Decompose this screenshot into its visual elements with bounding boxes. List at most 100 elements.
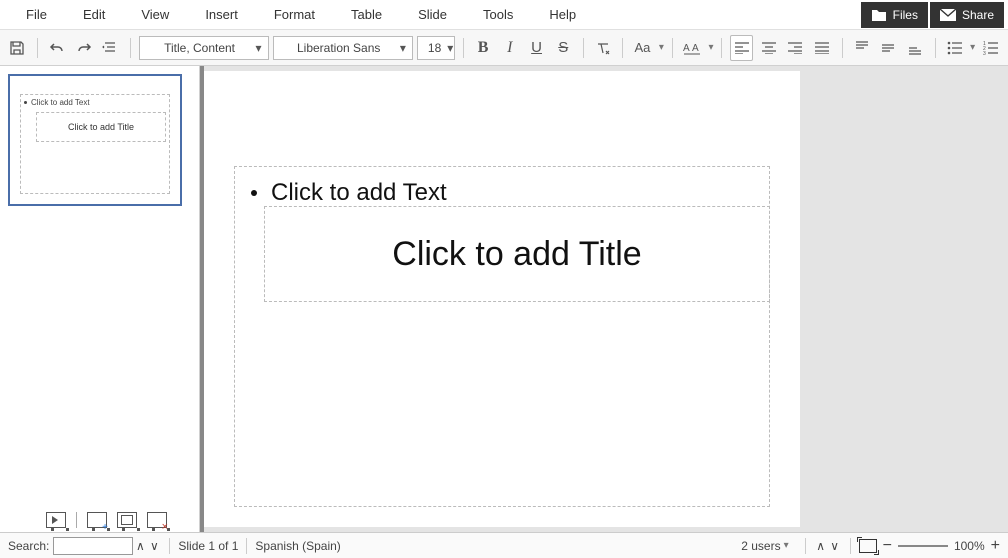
clear-format-button[interactable] <box>592 35 615 61</box>
undo-button[interactable] <box>46 35 69 61</box>
chevron-down-icon: ▾ <box>249 41 261 55</box>
find-next-button[interactable]: ∨ <box>147 539 161 553</box>
toolbar: Title, Content ▾ Liberation Sans ▾ 18 ▾ … <box>0 30 1008 66</box>
zoom-slider[interactable] <box>898 545 948 547</box>
chevron-down-icon: ▾ <box>394 41 406 55</box>
zoom-in-button[interactable]: + <box>991 537 1000 555</box>
valign-middle-icon <box>881 41 895 55</box>
chevron-down-icon: ▾ <box>441 41 453 55</box>
workspace: Click to add Text Click to add Title Cli… <box>0 66 1008 532</box>
menu-table[interactable]: Table <box>333 7 400 22</box>
content-placeholder-text: Click to add Text <box>271 179 447 207</box>
zoom-controls: − 100% + <box>859 537 1000 555</box>
slide-panel-viewbar <box>46 512 167 528</box>
statusbar: Search: ∧ ∨ Slide 1 of 1 Spanish (Spain)… <box>0 532 1008 558</box>
thumb-title-outline: Click to add Title <box>36 112 166 142</box>
slide-layout-value: Title, Content <box>150 41 250 55</box>
delete-slide-button[interactable] <box>147 512 167 528</box>
font-name-combo[interactable]: Liberation Sans ▾ <box>273 36 413 60</box>
font-name-value: Liberation Sans <box>284 41 394 55</box>
share-button[interactable]: Share <box>930 2 1004 28</box>
menubar: File Edit View Insert Format Table Slide… <box>0 0 1008 30</box>
files-button[interactable]: Files <box>861 2 928 28</box>
chevron-down-icon: ▾ <box>658 42 664 53</box>
case-button[interactable]: Aa <box>631 35 654 61</box>
menu-tools[interactable]: Tools <box>465 7 531 22</box>
align-justify-button[interactable] <box>811 35 834 61</box>
thumb-content-text: Click to add Text <box>24 98 90 107</box>
svg-text:A: A <box>692 43 699 54</box>
undo-icon <box>49 40 65 56</box>
zoom-out-button[interactable]: − <box>883 537 892 555</box>
align-center-icon <box>762 42 776 54</box>
chevron-down-icon: ▾ <box>970 42 975 53</box>
files-label: Files <box>893 8 918 22</box>
outline-icon <box>102 40 118 56</box>
redo-icon <box>76 40 92 56</box>
strike-icon: S <box>558 39 568 56</box>
user-count[interactable]: 2 users <box>741 539 780 553</box>
bullet-list-button[interactable] <box>943 35 966 61</box>
char-spacing-button[interactable]: AA <box>681 35 704 61</box>
menu-edit[interactable]: Edit <box>65 7 123 22</box>
valign-top-icon <box>855 41 869 55</box>
vertical-scrollbar[interactable] <box>994 66 1008 532</box>
case-icon: Aa <box>635 40 651 55</box>
align-center-button[interactable] <box>757 35 780 61</box>
slide-panel: Click to add Text Click to add Title <box>0 66 200 532</box>
italic-icon: I <box>507 39 512 57</box>
italic-button[interactable]: I <box>498 35 521 61</box>
menu-view[interactable]: View <box>123 7 187 22</box>
current-slide[interactable]: Click to add Text Click to add Title <box>204 71 800 527</box>
number-list-button[interactable]: 123 <box>979 35 1002 61</box>
align-right-icon <box>788 42 802 54</box>
bullet-icon <box>251 190 257 196</box>
new-slide-button[interactable] <box>87 512 107 528</box>
share-label: Share <box>962 8 994 22</box>
save-icon <box>9 40 25 56</box>
menu-slide[interactable]: Slide <box>400 7 465 22</box>
valign-middle-button[interactable] <box>877 35 900 61</box>
search-label: Search: <box>8 539 49 553</box>
strike-button[interactable]: S <box>552 35 575 61</box>
redo-button[interactable] <box>72 35 95 61</box>
char-spacing-icon: AA <box>683 40 701 56</box>
svg-text:3: 3 <box>983 51 986 55</box>
zoom-level[interactable]: 100% <box>954 539 985 553</box>
bold-icon: B <box>478 39 489 57</box>
bold-button[interactable]: B <box>472 35 495 61</box>
thumb-title-text: Click to add Title <box>68 122 134 132</box>
font-size-combo[interactable]: 18 ▾ <box>417 36 455 60</box>
bullet-list-icon <box>947 41 963 55</box>
underline-icon: U <box>531 39 542 56</box>
search-input[interactable] <box>53 537 133 555</box>
chevron-down-icon: ▾ <box>784 540 789 551</box>
menu-insert[interactable]: Insert <box>187 7 256 22</box>
find-prev-button[interactable]: ∧ <box>133 539 147 553</box>
valign-top-button[interactable] <box>850 35 873 61</box>
slide-thumbnail-1[interactable]: Click to add Text Click to add Title <box>8 74 182 206</box>
title-placeholder-text: Click to add Title <box>392 235 641 274</box>
document-language[interactable]: Spanish (Spain) <box>255 539 340 553</box>
valign-bottom-button[interactable] <box>904 35 927 61</box>
align-left-button[interactable] <box>730 35 753 61</box>
slide-layout-combo[interactable]: Title, Content ▾ <box>139 36 269 60</box>
number-list-icon: 123 <box>983 41 999 55</box>
align-left-icon <box>735 42 749 54</box>
save-button[interactable] <box>6 35 29 61</box>
fit-page-button[interactable] <box>859 539 877 553</box>
underline-button[interactable]: U <box>525 35 548 61</box>
menu-help[interactable]: Help <box>531 7 594 22</box>
thumb-content-outline <box>20 94 170 194</box>
clear-format-icon <box>595 40 611 56</box>
menu-file[interactable]: File <box>8 7 65 22</box>
start-slideshow-button[interactable] <box>46 512 66 528</box>
menu-format[interactable]: Format <box>256 7 333 22</box>
canvas-area[interactable]: Click to add Text Click to add Title <box>200 66 1008 532</box>
duplicate-slide-button[interactable] <box>117 512 137 528</box>
next-slide-button[interactable]: ∨ <box>828 539 842 553</box>
outline-button[interactable] <box>99 35 122 61</box>
prev-slide-button[interactable]: ∧ <box>814 539 828 553</box>
title-placeholder[interactable]: Click to add Title <box>264 206 770 302</box>
align-right-button[interactable] <box>784 35 807 61</box>
